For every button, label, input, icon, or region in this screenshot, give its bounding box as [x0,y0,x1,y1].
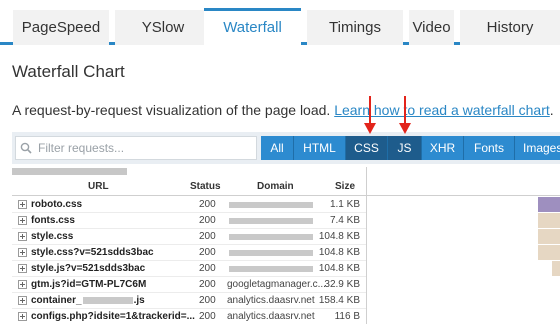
column-header-url[interactable]: URL [88,181,109,192]
column-header-size[interactable]: Size [335,181,355,192]
request-url: container_ .js [31,295,145,306]
table-row[interactable]: roboto.css 200 1.1 KB [12,197,560,213]
request-status: 200 [199,247,216,258]
request-status: 200 [199,199,216,210]
tab-pagespeed[interactable]: PageSpeed [13,10,109,45]
down-arrow-icon [364,96,376,134]
request-status: 200 [199,231,216,242]
expand-icon[interactable] [18,216,27,225]
column-header-domain[interactable]: Domain [257,181,294,192]
filter-fonts-button[interactable]: Fonts [464,136,515,160]
redacted-url-part [82,297,133,304]
expand-icon[interactable] [18,200,27,209]
request-size: 32.9 KB [324,279,360,290]
tab-waterfall[interactable]: Waterfall [204,8,301,45]
search-icon [20,142,32,154]
request-status: 200 [199,263,216,274]
column-header-status[interactable]: Status [190,181,221,192]
table-row[interactable]: fonts.css 200 7.4 KB [12,213,560,229]
request-status: 200 [199,215,216,226]
page-description: A request-by-request visualization of th… [12,102,554,118]
table-row[interactable]: style.css?v=521sdds3bac 200 104.8 KB [12,245,560,261]
page-title: Waterfall Chart [12,62,125,81]
request-url-prefix: container_ [31,295,82,306]
request-size: 104.8 KB [318,247,360,258]
filter-requests-input[interactable] [15,136,257,160]
expand-icon[interactable] [18,232,27,241]
request-size: 104.8 KB [318,263,360,274]
filter-html-button[interactable]: HTML [294,136,346,160]
request-size: 104.8 KB [318,231,360,242]
request-url: style.js?v=521sdds3bac [31,263,146,274]
request-size: 7.4 KB [329,215,360,226]
expand-icon[interactable] [18,264,27,273]
expand-icon[interactable] [18,248,27,257]
request-url: fonts.css [31,215,75,226]
description-suffix: . [549,102,554,118]
table-row[interactable]: container_ .js 200 analytics.daasrv.net 1… [12,293,560,309]
tab-timings[interactable]: Timings [307,10,403,45]
request-status: 200 [199,311,216,322]
waterfall-bar[interactable] [552,261,560,276]
filter-css-button[interactable]: CSS [346,136,388,160]
table-row[interactable]: style.css 200 104.8 KB [12,229,560,245]
filter-xhr-button[interactable]: XHR [422,136,464,160]
redacted-page-url [12,168,127,175]
request-url-suffix: .js [133,295,145,306]
request-size: 1.1 KB [329,199,360,210]
request-url: style.css [31,231,74,242]
expand-icon[interactable] [18,296,27,305]
filter-images-button[interactable]: Images [515,136,560,160]
waterfall-bar[interactable] [538,245,560,260]
request-url: roboto.css [31,199,83,210]
tab-bar: PageSpeed YSlow Waterfall Timings Video … [0,0,560,45]
header-divider [12,195,560,196]
expand-icon[interactable] [18,280,27,289]
table-row[interactable]: style.js?v=521sdds3bac 200 104.8 KB [12,261,560,277]
waterfall-bar[interactable] [538,229,560,244]
table-row[interactable]: configs.php?idsite=1&trackerid=... 200 a… [12,309,560,324]
waterfall-bar[interactable] [538,213,560,228]
tab-history[interactable]: History [460,10,560,45]
request-url: gtm.js?id=GTM-PL7C6M [31,279,147,290]
request-size: 116 B [334,311,360,322]
request-url: style.css?v=521sdds3bac [31,247,154,258]
request-size: 158.4 KB [318,295,360,306]
tab-video[interactable]: Video [409,10,454,45]
filter-all-button[interactable]: All [261,136,294,160]
expand-icon[interactable] [18,312,27,321]
table-row[interactable]: gtm.js?id=GTM-PL7C6M 200 googletagmanage… [12,277,560,293]
down-arrow-icon [399,96,411,134]
request-status: 200 [199,295,216,306]
request-status: 200 [199,279,216,290]
request-url: configs.php?idsite=1&trackerid=... [31,311,195,322]
waterfall-bar[interactable] [538,197,560,212]
filter-js-button[interactable]: JS [388,136,422,160]
tab-yslow[interactable]: YSlow [115,10,211,45]
description-text: A request-by-request visualization of th… [12,102,335,118]
